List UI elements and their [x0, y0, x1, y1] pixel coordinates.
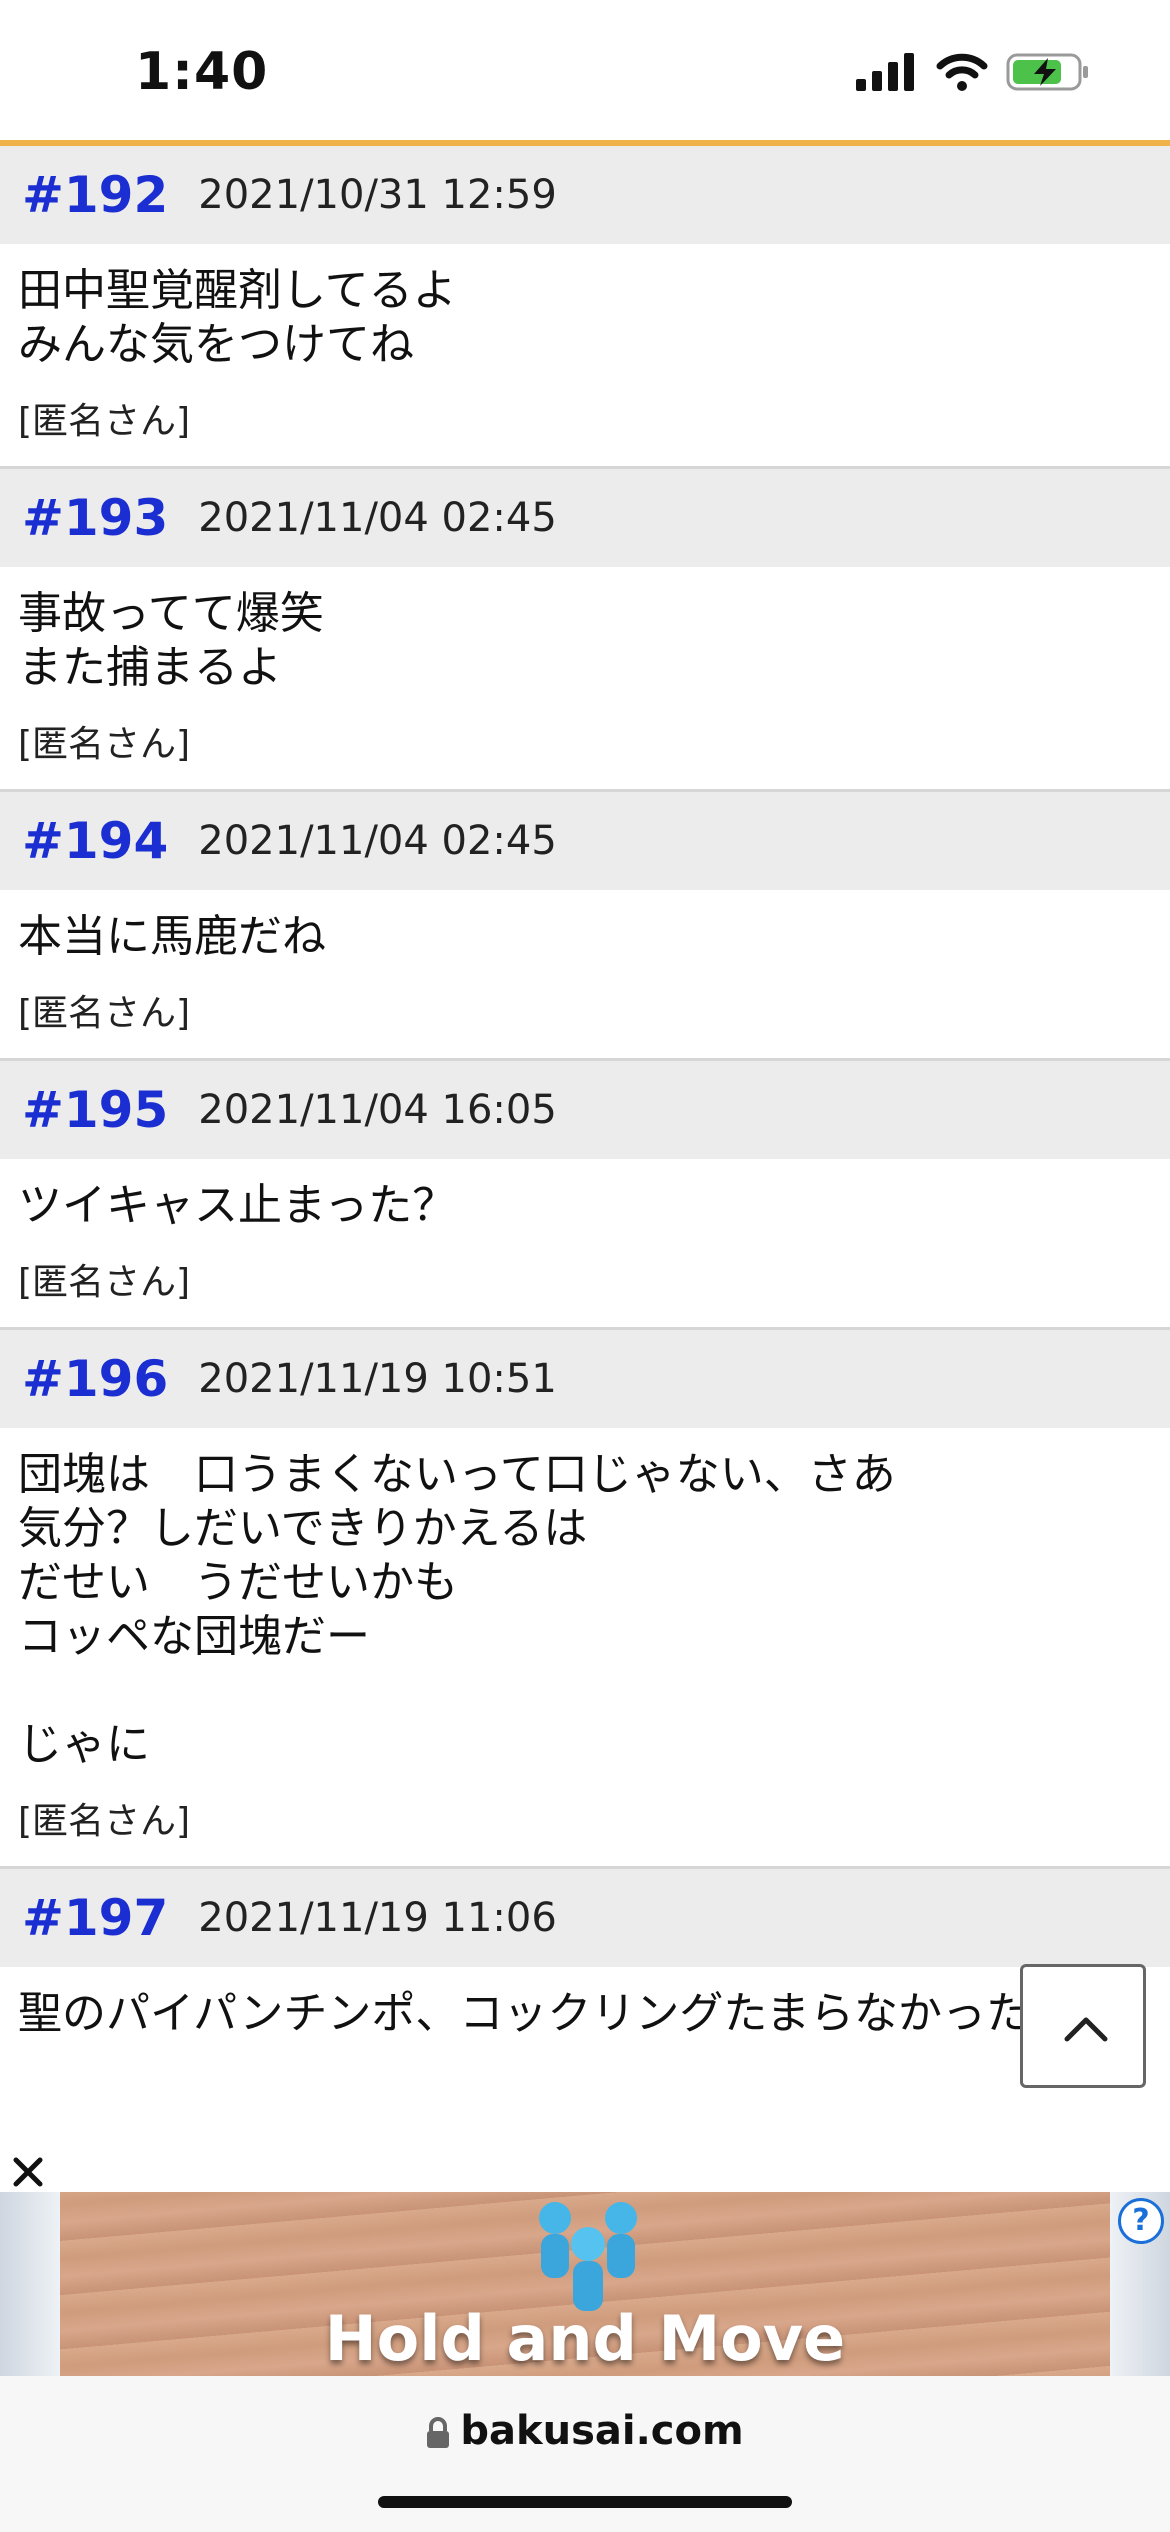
- wifi-icon: [936, 53, 988, 91]
- post-body: 本当に馬鹿だね [匿名さん]: [0, 890, 1170, 1058]
- cellular-signal-icon: [856, 53, 914, 91]
- post-author: [匿名さん]: [18, 1801, 191, 1842]
- post-date: 2021/10/31 12:59: [198, 172, 557, 218]
- post-text: 本当に馬鹿だね: [18, 911, 326, 962]
- ad-banner[interactable]: Hold and Move ?: [0, 2192, 1170, 2376]
- url-text: bakusai.com: [460, 2408, 744, 2454]
- post-194: #194 2021/11/04 02:45 本当に馬鹿だね [匿名さん]: [0, 792, 1170, 1061]
- post-text: 田中聖覚醒剤してるよ みんな気をつけてね: [18, 265, 457, 370]
- post-number-link[interactable]: #194: [22, 812, 168, 870]
- post-text: 団塊は 口うまくないって口じゃない、さあ 気分？しだいできりかえるは だせい う…: [18, 1449, 896, 1770]
- address-url[interactable]: bakusai.com: [0, 2408, 1170, 2454]
- post-body: 団塊は 口うまくないって口じゃない、さあ 気分？しだいできりかえるは だせい う…: [0, 1428, 1170, 1866]
- status-bar: 1:40: [0, 0, 1170, 140]
- browser-address-bar[interactable]: bakusai.com: [0, 2376, 1170, 2532]
- post-text: 事故ってて爆笑 また捕まるよ: [18, 588, 324, 693]
- post-date: 2021/11/04 16:05: [198, 1087, 557, 1133]
- post-date: 2021/11/19 11:06: [198, 1895, 557, 1941]
- post-192: #192 2021/10/31 12:59 田中聖覚醒剤してるよ みんな気をつけ…: [0, 146, 1170, 469]
- post-body: 田中聖覚醒剤してるよ みんな気をつけてね [匿名さん]: [0, 244, 1170, 466]
- post-header: #196 2021/11/19 10:51: [0, 1330, 1170, 1428]
- post-date: 2021/11/19 10:51: [198, 1356, 557, 1402]
- home-indicator[interactable]: [378, 2496, 792, 2508]
- post-header: #192 2021/10/31 12:59: [0, 146, 1170, 244]
- thread-post-list: #192 2021/10/31 12:59 田中聖覚醒剤してるよ みんな気をつけ…: [0, 146, 1170, 2063]
- post-196: #196 2021/11/19 10:51 団塊は 口うまくないって口じゃない、…: [0, 1330, 1170, 1869]
- post-author: [匿名さん]: [18, 1262, 191, 1303]
- post-header: #194 2021/11/04 02:45: [0, 792, 1170, 890]
- battery-charging-icon: [1006, 53, 1088, 91]
- ad-figures-icon: [539, 2202, 637, 2311]
- ad-info-icon[interactable]: ?: [1118, 2198, 1164, 2244]
- status-time: 1:40: [135, 42, 269, 102]
- post-body: 事故ってて爆笑 また捕まるよ [匿名さん]: [0, 567, 1170, 789]
- post-197: #197 2021/11/19 11:06 聖のパイパンチンポ、コックリングたま…: [0, 1869, 1170, 2063]
- post-number-link[interactable]: #196: [22, 1350, 168, 1408]
- ad-headline: Hold and Move: [324, 2302, 846, 2375]
- chevron-up-icon: [1064, 2017, 1108, 2042]
- status-icons: [856, 52, 1090, 92]
- scroll-to-top-button[interactable]: [1020, 1964, 1146, 2088]
- ad-close-icon[interactable]: [8, 2152, 48, 2192]
- post-number-link[interactable]: #192: [22, 166, 168, 224]
- post-number-link[interactable]: #197: [22, 1889, 168, 1947]
- post-193: #193 2021/11/04 02:45 事故ってて爆笑 また捕まるよ [匿名…: [0, 469, 1170, 792]
- post-author: [匿名さん]: [18, 724, 191, 765]
- post-text: 聖のパイパンチンポ、コックリングたまらなかった: [18, 1988, 1030, 2039]
- post-body: 聖のパイパンチンポ、コックリングたまらなかった: [0, 1967, 1170, 2063]
- post-195: #195 2021/11/04 16:05 ツイキャス止まった？ [匿名さん]: [0, 1061, 1170, 1330]
- post-date: 2021/11/04 02:45: [198, 495, 557, 541]
- post-number-link[interactable]: #195: [22, 1081, 168, 1139]
- post-header: #195 2021/11/04 16:05: [0, 1061, 1170, 1159]
- post-header: #193 2021/11/04 02:45: [0, 469, 1170, 567]
- post-author: [匿名さん]: [18, 993, 191, 1034]
- lock-icon: [427, 2417, 450, 2448]
- post-body: ツイキャス止まった？ [匿名さん]: [0, 1159, 1170, 1327]
- post-text: ツイキャス止まった？: [18, 1180, 457, 1231]
- post-author: [匿名さん]: [18, 401, 191, 442]
- post-date: 2021/11/04 02:45: [198, 818, 557, 864]
- post-header: #197 2021/11/19 11:06: [0, 1869, 1170, 1967]
- post-number-link[interactable]: #193: [22, 489, 168, 547]
